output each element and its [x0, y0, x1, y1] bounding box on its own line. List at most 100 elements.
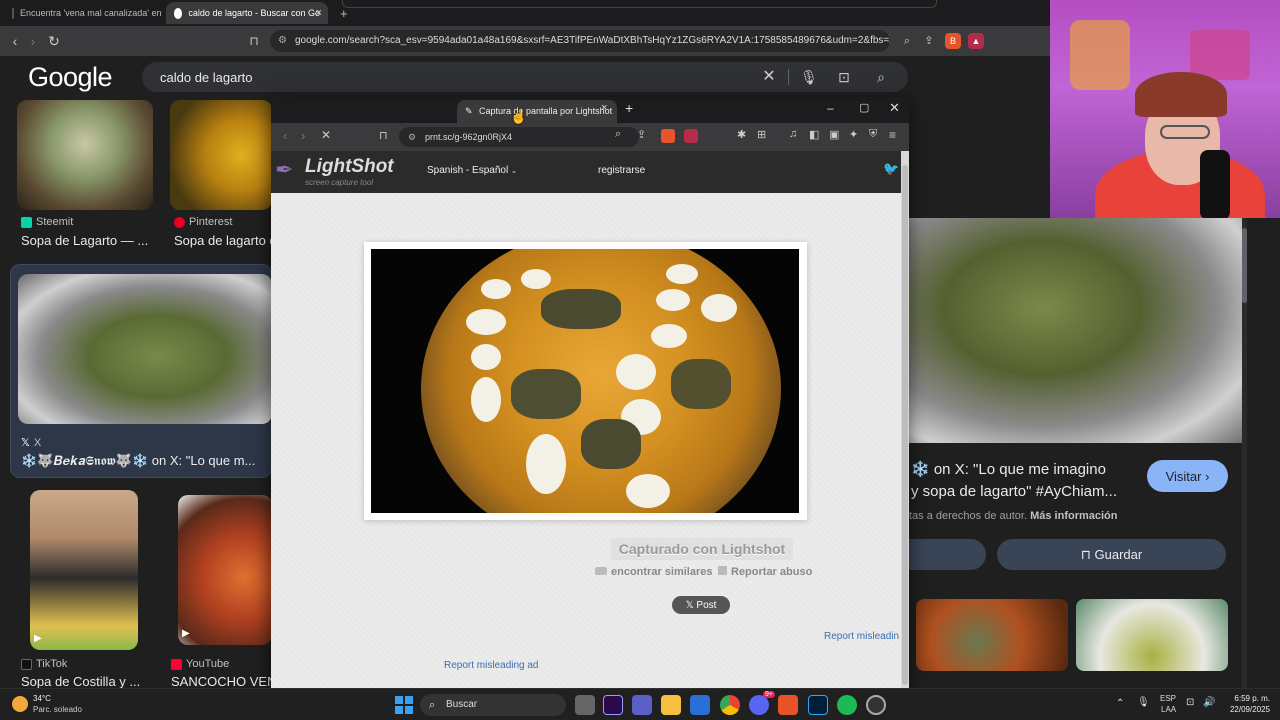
address-bar[interactable]: ⚙ google.com/search?sca_esv=9594ada01a48… [270, 30, 890, 52]
tab-google-search[interactable]: caldo de lagarto - Buscar con Go × [166, 2, 328, 24]
reload-icon[interactable]: ↻ [45, 32, 63, 50]
screenshot-icon[interactable]: ⊞ [757, 128, 766, 141]
result-image-tiktok[interactable]: ▶ [30, 490, 138, 650]
close-window-button[interactable]: ✕ [889, 100, 900, 116]
close-tab-icon[interactable]: × [316, 7, 322, 19]
result-title[interactable]: Sopa de Costilla y ... [21, 674, 161, 689]
back-button[interactable]: ‹ [283, 128, 287, 143]
spotify-icon[interactable] [837, 695, 857, 715]
leo-ai-icon[interactable]: ✦ [849, 128, 858, 141]
volume-icon[interactable]: 🔊 [1203, 697, 1215, 708]
clock-date[interactable]: 22/09/2025 [1224, 705, 1270, 714]
register-link[interactable]: registrarse [598, 165, 645, 176]
sidebar-icon[interactable]: ◧ [809, 128, 819, 141]
report-abuse-link[interactable]: Reportar abuso [718, 566, 812, 578]
preview-title-line1[interactable]: ❄️ on X: "Lo que me imagino [911, 460, 1106, 478]
scrollbar[interactable] [901, 151, 909, 689]
search-input[interactable] [160, 62, 720, 92]
twitter-icon[interactable]: 🐦 [883, 161, 899, 177]
brave-rewards-icon[interactable] [684, 129, 698, 143]
more-info-link[interactable]: Más información [1030, 510, 1117, 522]
chrome-icon[interactable] [720, 695, 740, 715]
wallet-icon[interactable]: ▣ [829, 128, 839, 141]
brave-shield-icon[interactable] [661, 129, 675, 143]
post-to-x-button[interactable]: 𝕏 Post [672, 596, 730, 614]
maximize-button[interactable]: ▢ [859, 101, 869, 114]
back-button[interactable]: ‹ [6, 32, 24, 50]
screenshot-image[interactable] [371, 249, 799, 513]
search-icon[interactable]: ⌕ [872, 68, 890, 86]
network-icon[interactable]: ⊡ [1186, 697, 1194, 708]
clear-search-icon[interactable]: ✕ [760, 68, 778, 86]
weather-desc[interactable]: Parc. soleado [33, 705, 82, 714]
task-view-icon[interactable] [575, 695, 595, 715]
microphone-icon[interactable]: 🎙 [800, 68, 818, 86]
store-icon[interactable] [690, 695, 710, 715]
share-icon[interactable]: ⇪ [920, 32, 938, 50]
lightshot-header: ✒ LightShot screen capture tool Spanish … [271, 151, 909, 193]
extensions-icon[interactable]: ✱ [737, 128, 746, 141]
chevron-up-icon[interactable]: ⌃ [1116, 698, 1124, 709]
stop-loading-icon[interactable]: ✕ [321, 128, 331, 142]
related-image-1[interactable] [916, 599, 1068, 671]
result-image-youtube[interactable]: ▶ [178, 495, 272, 645]
share-button[interactable] [909, 539, 986, 570]
report-ad-link[interactable]: Report misleadin [824, 631, 901, 642]
save-button[interactable]: ⊓ Guardar [997, 539, 1226, 570]
result-title[interactable]: SANCOCHO VEN [171, 674, 271, 689]
result-title[interactable]: ❄️🐺𝑩𝒆𝒌𝒂𝕾𝖓𝖔𝖜🐺❄️ on X: "Lo que m... [21, 453, 269, 469]
weather-temp[interactable]: 34°C [33, 694, 51, 703]
result-image-x[interactable] [18, 274, 272, 424]
new-tab-button[interactable]: + [625, 100, 633, 116]
app-icon[interactable] [866, 695, 886, 715]
result-title[interactable]: Sopa de Lagarto — ... [21, 233, 161, 248]
forward-button[interactable]: › [24, 32, 42, 50]
forward-button[interactable]: › [301, 128, 305, 143]
zoom-icon[interactable]: ⌕ [898, 32, 916, 50]
language-selector[interactable]: Spanish - Español ⌄ [427, 165, 517, 176]
weather-icon[interactable] [12, 696, 28, 712]
scrollbar[interactable] [1242, 218, 1247, 688]
teams-icon[interactable] [632, 695, 652, 715]
report-ad-link[interactable]: Report misleading ad [444, 660, 539, 671]
windows-start-icon[interactable] [395, 696, 413, 714]
vpn-icon[interactable]: ⛨ [869, 128, 877, 141]
result-image-steemit[interactable] [17, 100, 153, 210]
tab-lightshot[interactable]: ✎ Captura de pantalla por Lightshot [457, 100, 617, 123]
lightshot-logo[interactable]: LightShot [305, 156, 394, 178]
clock-time[interactable]: 6:59 p. m. [1228, 694, 1270, 703]
keyboard-layout[interactable]: LAA [1161, 705, 1176, 714]
share-icon[interactable]: ⇪ [637, 128, 646, 141]
zoom-icon[interactable]: ⌕ [615, 128, 621, 141]
close-tab-icon[interactable]: × [601, 102, 607, 114]
media-icon[interactable]: ♫ [789, 128, 797, 140]
visit-button[interactable]: Visitar › [1147, 460, 1228, 492]
minimize-button[interactable]: – [827, 101, 834, 115]
taskbar-search-box[interactable]: ⌕ Buscar [420, 694, 566, 716]
lightshot-address-bar[interactable]: ⚙ prnt.sc/g-962gn0RjX4 [399, 127, 639, 147]
discord-icon[interactable]: 9+ [749, 691, 775, 715]
language-indicator[interactable]: ESP [1160, 694, 1176, 703]
site-info-icon[interactable]: ⚙ [408, 127, 416, 147]
related-image-2[interactable] [1076, 599, 1228, 671]
menu-icon[interactable]: ≡ [889, 128, 896, 142]
find-similar-link[interactable]: encontrar similares [595, 566, 713, 578]
bookmark-icon[interactable]: ⊓ [245, 32, 263, 50]
google-logo[interactable]: Google [28, 62, 113, 93]
brave-icon[interactable] [778, 695, 798, 715]
mic-tray-icon[interactable]: 🎙 [1137, 697, 1150, 708]
site-info-icon[interactable]: ⚙ [278, 30, 287, 52]
preview-title-line2[interactable]: y sopa de lagarto" #AyChiam... [911, 483, 1117, 500]
result-title[interactable]: Sopa de lagarto c [174, 233, 271, 248]
photoshop-icon[interactable] [808, 695, 828, 715]
brave-shield-icon[interactable]: B [945, 33, 961, 49]
result-image-pinterest[interactable] [170, 100, 272, 210]
premiere-icon[interactable] [603, 695, 623, 715]
copyright-notice: tas a derechos de autor. Más información [909, 510, 1118, 522]
tab-tiktok[interactable]: Encuentra 'vena mal canalizada' en T [4, 2, 164, 24]
brave-rewards-icon[interactable]: ▲ [968, 33, 984, 49]
lens-icon[interactable]: ⊡ [835, 68, 853, 86]
bookmark-icon[interactable]: ⊓ [379, 129, 388, 142]
file-explorer-icon[interactable] [661, 695, 681, 715]
preview-image[interactable] [909, 218, 1242, 443]
